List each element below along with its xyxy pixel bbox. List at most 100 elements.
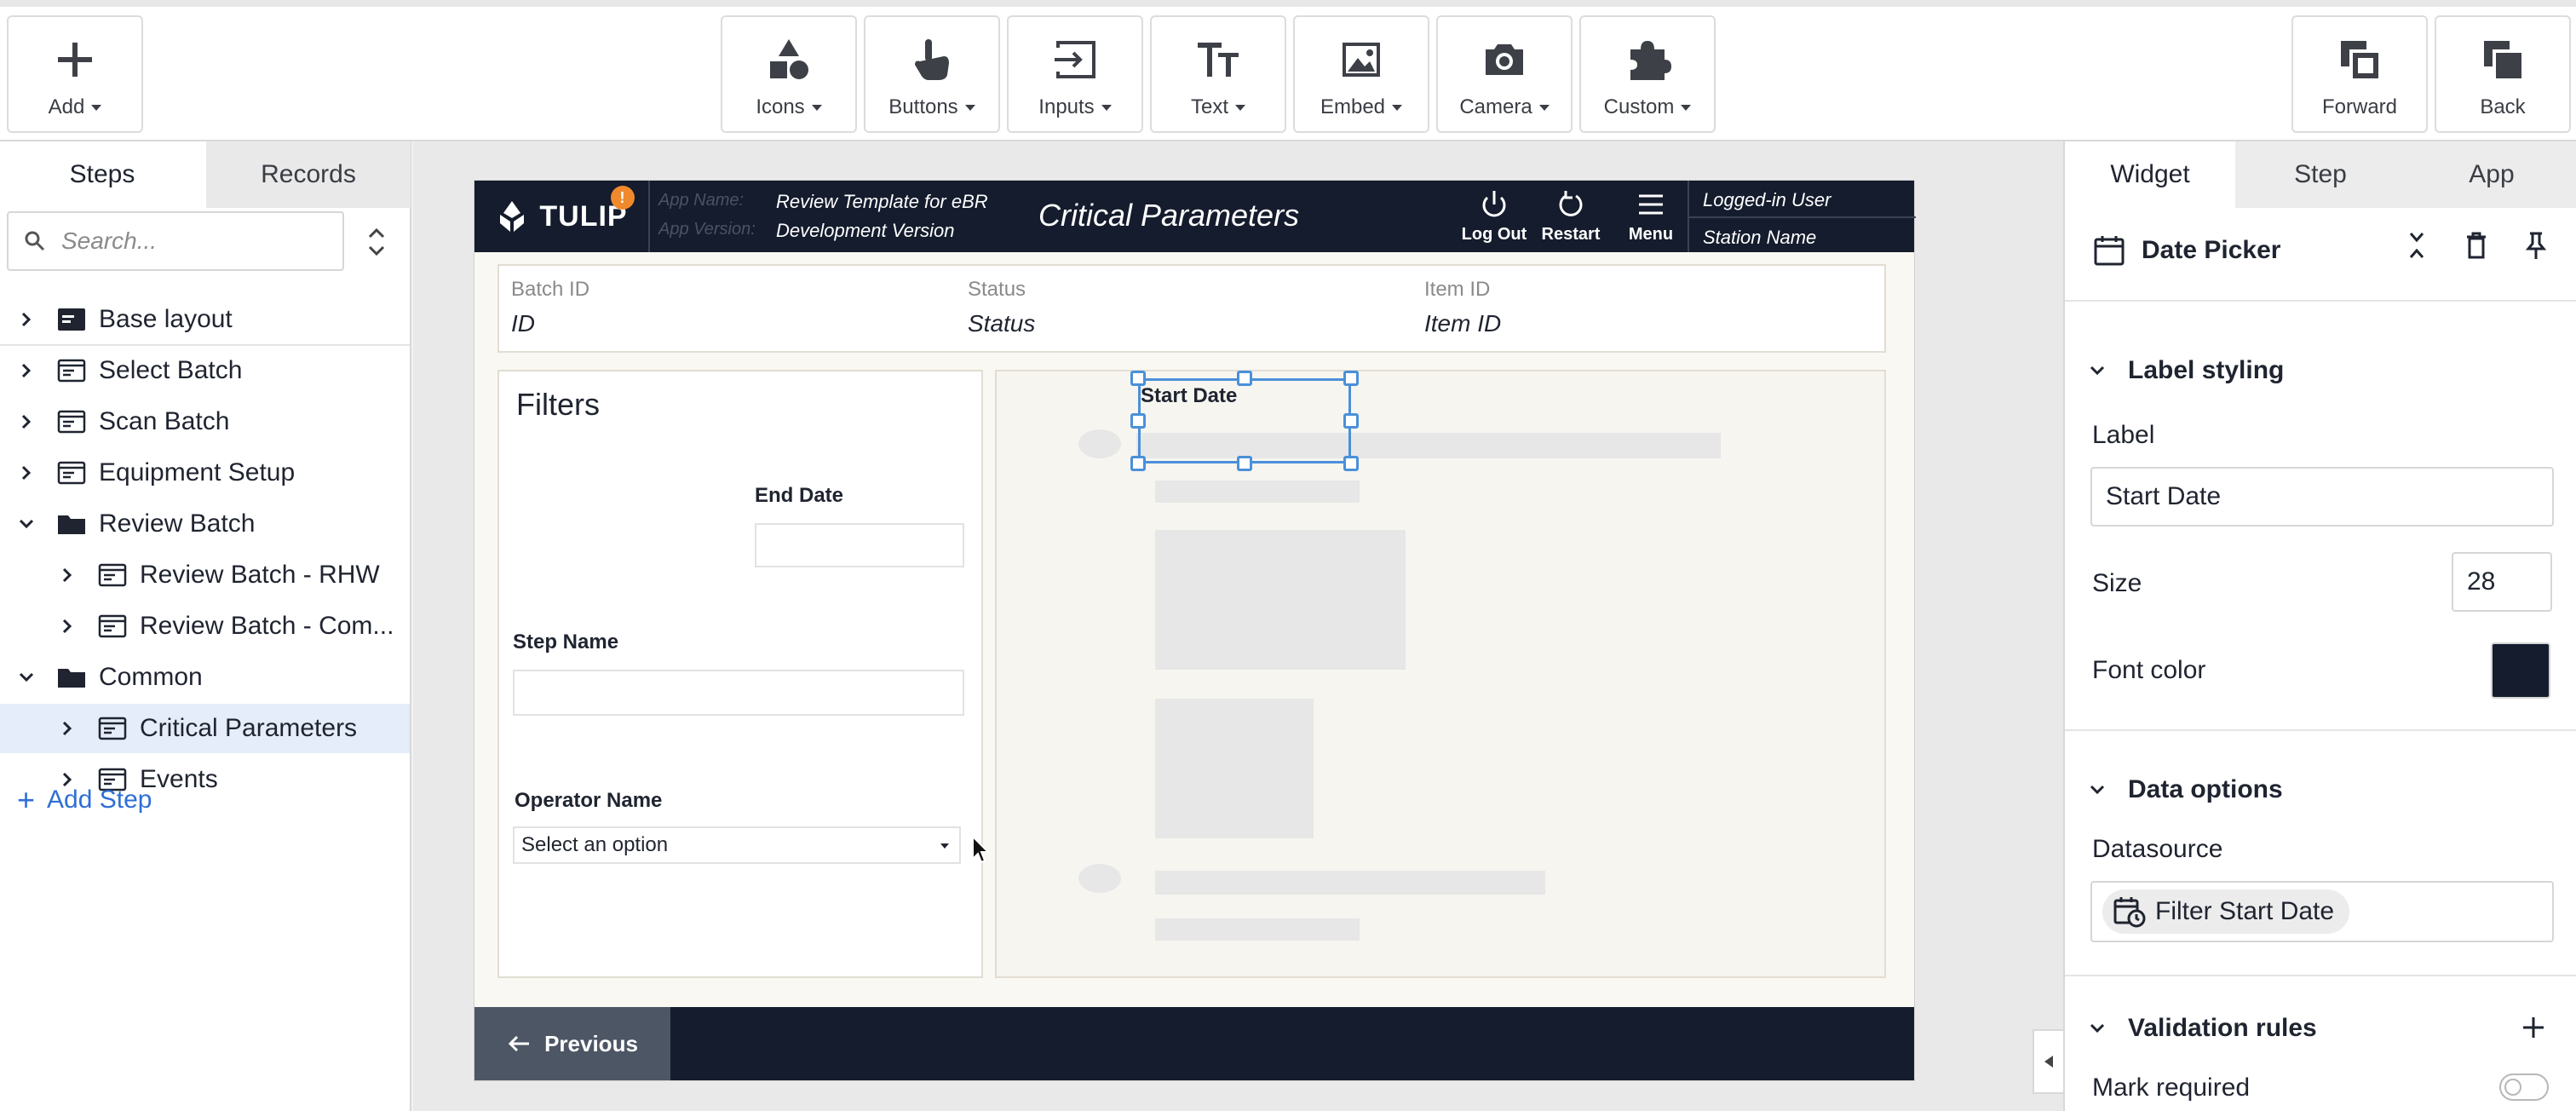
- placeholder-bar: [1155, 918, 1360, 941]
- custom-button[interactable]: Custom: [1579, 15, 1716, 133]
- tree-item[interactable]: Critical Parameters: [0, 704, 410, 753]
- tree-item[interactable]: Review Batch: [0, 499, 410, 549]
- restart-label: Restart: [1541, 225, 1601, 244]
- mark-required-label: Mark required: [2092, 1074, 2251, 1102]
- start-date-picker[interactable]: Start Date: [1130, 371, 1359, 471]
- add-button[interactable]: Add: [7, 15, 143, 133]
- previous-button[interactable]: Previous: [474, 1007, 670, 1080]
- resize-handle[interactable]: [1130, 413, 1146, 429]
- chevron-right-icon[interactable]: [15, 411, 37, 433]
- pin-icon[interactable]: [2523, 230, 2549, 261]
- chevron-down-icon: [964, 104, 975, 111]
- placeholder-circle: [1078, 864, 1121, 893]
- embed-button[interactable]: Embed: [1293, 15, 1429, 133]
- camera-button[interactable]: Camera: [1436, 15, 1573, 133]
- tab-app[interactable]: App: [2406, 141, 2576, 208]
- tree-item-label: Critical Parameters: [140, 714, 358, 742]
- chevron-down-icon[interactable]: [15, 513, 37, 535]
- chevron-right-icon[interactable]: [15, 308, 37, 331]
- chevron-down-icon: [2090, 1023, 2105, 1033]
- tab-records[interactable]: Records: [206, 141, 411, 208]
- resize-handle[interactable]: [1237, 371, 1252, 386]
- chevron-down-icon[interactable]: [15, 666, 37, 688]
- custom-button-label: Custom: [1603, 95, 1675, 118]
- resize-handle[interactable]: [1130, 456, 1146, 471]
- inputs-button[interactable]: Inputs: [1007, 15, 1143, 133]
- label-styling-section[interactable]: Label styling: [2089, 356, 2284, 385]
- data-options-section[interactable]: Data options: [2089, 775, 2283, 804]
- add-rule-icon[interactable]: [2520, 1014, 2547, 1041]
- placeholder-bar: [1155, 481, 1360, 503]
- trash-icon[interactable]: [2464, 230, 2489, 261]
- font-color-swatch[interactable]: [2491, 642, 2550, 699]
- results-placeholder-card: [995, 370, 1886, 978]
- chevron-right-icon[interactable]: [56, 615, 78, 637]
- tree-item[interactable]: Review Batch - RHW: [0, 550, 410, 600]
- collapse-panel-button[interactable]: [2033, 1029, 2063, 1094]
- app-version-label: App Version:: [658, 220, 756, 239]
- divider: [2065, 729, 2576, 731]
- search-input[interactable]: [61, 227, 317, 255]
- tree-item[interactable]: Scan Batch: [0, 397, 410, 446]
- log-out-button[interactable]: Log Out: [1456, 187, 1532, 249]
- collapse-icon[interactable]: [2404, 230, 2429, 261]
- tree-item[interactable]: Review Batch - Com...: [0, 602, 410, 651]
- calendar-clock-icon: [2113, 897, 2146, 928]
- step-search[interactable]: [7, 211, 344, 271]
- size-input[interactable]: 28: [2452, 552, 2552, 612]
- restart-icon: [1559, 191, 1583, 216]
- resize-handle[interactable]: [1343, 371, 1359, 386]
- text-button[interactable]: Text: [1150, 15, 1286, 133]
- app-name-label: App Name:: [658, 191, 745, 210]
- tab-steps[interactable]: Steps: [0, 141, 204, 208]
- datasource-chip[interactable]: Filter Start Date: [2102, 889, 2350, 934]
- folder-icon: [56, 665, 87, 690]
- forward-button[interactable]: Forward: [2291, 15, 2428, 133]
- puzzle-icon: [1630, 41, 1671, 80]
- widget-header: Date Picker: [2092, 230, 2569, 271]
- icons-button[interactable]: Icons: [721, 15, 857, 133]
- buttons-button-label: Buttons: [888, 95, 958, 118]
- end-date-field[interactable]: [755, 523, 964, 567]
- chevron-right-icon[interactable]: [15, 360, 37, 382]
- tree-item[interactable]: Select Batch: [0, 346, 410, 395]
- tab-widget[interactable]: Widget: [2065, 141, 2235, 208]
- buttons-button[interactable]: Buttons: [864, 15, 1000, 133]
- divider: [2065, 300, 2576, 302]
- validation-rules-section[interactable]: Validation rules: [2089, 1014, 2317, 1043]
- mark-required-toggle[interactable]: [2499, 1074, 2549, 1101]
- arrow-left-icon: [508, 1035, 530, 1052]
- step-icon: [56, 358, 87, 383]
- step-name-field[interactable]: [513, 670, 964, 716]
- resize-handle[interactable]: [1343, 456, 1359, 471]
- datasource-field[interactable]: Filter Start Date: [2090, 881, 2554, 942]
- tree-item[interactable]: Base layout: [0, 295, 410, 344]
- add-step-link[interactable]: + Add Step: [17, 782, 152, 818]
- tree-item[interactable]: Common: [0, 653, 410, 702]
- chevron-right-icon[interactable]: [15, 462, 37, 484]
- plus-icon: +: [17, 782, 36, 817]
- status-value: Status: [968, 310, 1036, 337]
- step-layout-icon: [56, 307, 87, 332]
- resize-handle[interactable]: [1343, 413, 1359, 429]
- chevron-right-icon[interactable]: [56, 717, 78, 740]
- power-icon: [1482, 191, 1506, 217]
- back-button[interactable]: Back: [2435, 15, 2571, 133]
- resize-handle[interactable]: [1130, 371, 1146, 386]
- status-label: Status: [968, 278, 1026, 301]
- menu-button[interactable]: Menu: [1613, 187, 1689, 249]
- embed-button-label: Embed: [1320, 95, 1386, 118]
- label-input[interactable]: Start Date: [2090, 467, 2554, 527]
- label-field-label: Label: [2092, 421, 2155, 449]
- operator-name-select[interactable]: Select an option: [513, 826, 961, 864]
- chevron-right-icon[interactable]: [56, 564, 78, 586]
- resize-handle[interactable]: [1237, 456, 1252, 471]
- sort-icon[interactable]: [359, 223, 394, 261]
- widget-toolbar: Add Icons Buttons Inputs Text Embed Came…: [0, 0, 2576, 141]
- tree-item[interactable]: Equipment Setup: [0, 448, 410, 498]
- input-arrow-icon: [1055, 41, 1095, 78]
- tab-step[interactable]: Step: [2235, 141, 2406, 208]
- restart-button[interactable]: Restart: [1532, 187, 1609, 249]
- caret-left-icon: [2044, 1056, 2053, 1068]
- filters-card: Filters End Date Step Name Operator Name…: [497, 370, 990, 978]
